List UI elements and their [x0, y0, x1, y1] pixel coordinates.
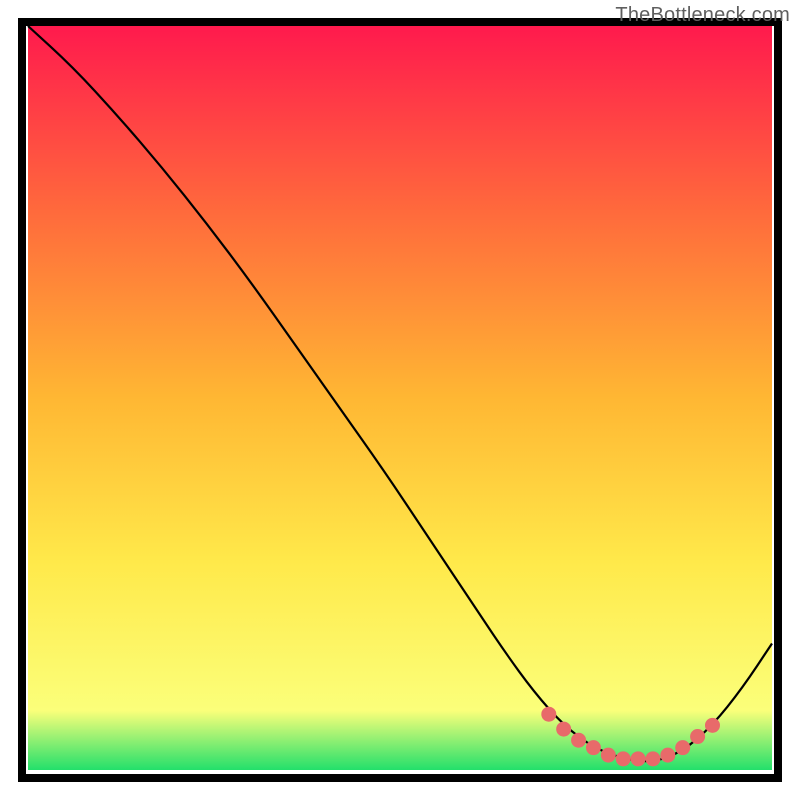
optimal-dot: [660, 748, 675, 763]
optimal-dot: [601, 748, 616, 763]
optimal-dot: [586, 740, 601, 755]
optimal-dot: [556, 722, 571, 737]
optimal-dot: [690, 729, 705, 744]
optimal-dot: [616, 751, 631, 766]
gradient-background: [28, 26, 772, 770]
watermark-text: TheBottleneck.com: [615, 4, 790, 27]
optimal-dot: [705, 718, 720, 733]
chart-container: TheBottleneck.com: [0, 0, 800, 800]
optimal-dot: [571, 733, 586, 748]
bottleneck-chart: [0, 0, 800, 800]
optimal-dot: [541, 707, 556, 722]
optimal-dot: [675, 740, 690, 755]
optimal-dot: [631, 751, 646, 766]
optimal-dot: [645, 751, 660, 766]
